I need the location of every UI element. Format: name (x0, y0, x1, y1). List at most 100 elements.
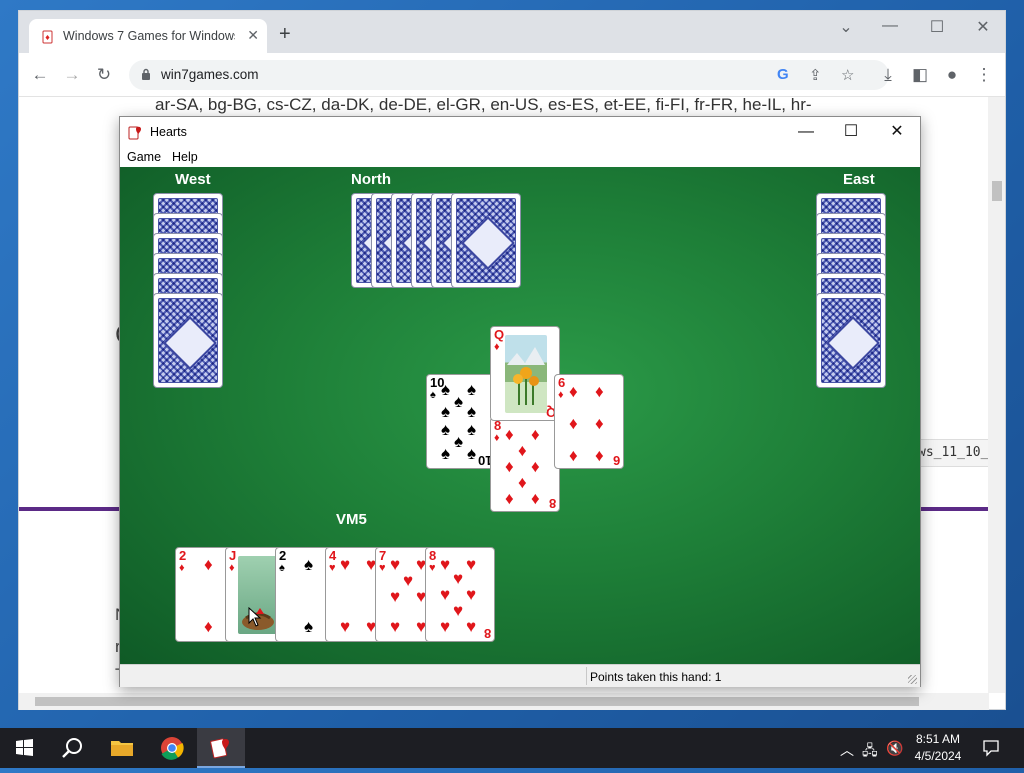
card-pip: ♥ (390, 617, 401, 636)
network-icon[interactable]: 🖧 (862, 740, 878, 764)
maximize-icon[interactable]: ☐ (922, 17, 952, 37)
chrome-button[interactable] (148, 728, 196, 768)
status-bar: Points taken this hand: 1 (120, 664, 920, 687)
tab-close-icon[interactable]: ✕ (247, 27, 259, 43)
tab-title: Windows 7 Games for Windows (63, 29, 235, 43)
card-pip: ♥ (403, 571, 414, 590)
card-suit: ♦ (229, 562, 235, 574)
player-east-label: East (843, 171, 875, 188)
chrome-icon (161, 737, 184, 760)
show-hidden-icons-icon[interactable]: ︿ (840, 740, 854, 760)
menu-game[interactable]: Game (127, 150, 161, 164)
address-bar[interactable]: win7games.com G ⇪ ☆ (129, 60, 889, 90)
side-panel-icon[interactable]: ◧ (909, 64, 931, 86)
card-pip: ♦ (531, 489, 540, 508)
player-north-label: North (351, 171, 391, 188)
vertical-scrollbar[interactable] (988, 97, 1005, 693)
google-icon[interactable]: G (777, 66, 789, 83)
new-tab-icon[interactable]: + (279, 24, 291, 44)
menu-bar: Game Help (120, 147, 920, 167)
card-pip: ♦ (569, 382, 578, 401)
card-rank: 8 (429, 548, 437, 563)
hearts-window: Hearts — ☐ ✕ Game Help West North East V… (119, 116, 921, 687)
notification-icon[interactable] (982, 739, 1000, 757)
card-pip: ♦ (204, 555, 213, 574)
player-south-label: VM5 (336, 511, 367, 528)
title-bar[interactable]: Hearts — ☐ ✕ (120, 117, 920, 147)
tab-search-icon[interactable]: ⌄ (831, 17, 861, 37)
resize-grip-icon[interactable] (908, 675, 917, 684)
card-pip: ♠ (441, 402, 451, 421)
hearts-app-icon (210, 738, 229, 759)
player-west-label: West (175, 171, 211, 188)
profile-icon[interactable]: ● (941, 64, 963, 86)
card-pip: ♦ (531, 457, 540, 476)
menu-help[interactable]: Help (172, 150, 198, 164)
card-pip: ♦ (518, 441, 527, 460)
language-list: ar-SA, bg-BG, cs-CZ, da-DK, de-DE, el-GR… (155, 97, 812, 114)
share-icon[interactable]: ⇪ (809, 66, 822, 84)
minimize-icon[interactable]: — (875, 17, 905, 35)
card-pip: ♦ (531, 425, 540, 444)
card-rank: 6 (612, 453, 620, 468)
card-rank: 8 (494, 418, 502, 433)
horizontal-scrollbar[interactable] (19, 693, 989, 710)
start-button[interactable] (0, 728, 48, 768)
card-pip: ♠ (304, 555, 314, 574)
back-icon[interactable]: ← (29, 64, 51, 86)
card-suit: ♥ (429, 562, 436, 574)
taskbar: ︿ 🖧 🔇 8:51 AM 4/5/2024 (0, 728, 1024, 768)
card-rank: 4 (329, 548, 337, 563)
system-clock[interactable]: 8:51 AM 4/5/2024 (906, 731, 970, 765)
hearts-app-icon (128, 126, 141, 140)
browser-tab[interactable]: Windows 7 Games for Windows ✕ (29, 19, 267, 53)
menu-icon[interactable]: ⋮ (973, 64, 995, 86)
scroll-thumb[interactable] (35, 697, 919, 706)
close-icon[interactable]: ✕ (968, 17, 998, 37)
east-card-back (816, 293, 886, 388)
bookmark-star-icon[interactable]: ☆ (841, 66, 854, 84)
card-pip: ♥ (340, 617, 351, 636)
card-pip: ♠ (304, 617, 314, 636)
card-pip: ♥ (440, 585, 451, 604)
card-pip: ♥ (453, 601, 464, 620)
trick-card-south: 8 ♦ 8 ♦ ♦ ♦ ♦ ♦ ♦ ♦ ♦ (490, 417, 560, 512)
card-table: West North East VM5 10 ♠ 10 ♠ ♠ ♠ ♠ ♠ ♠ ♠ ♠ ♠ ♠ (120, 167, 920, 664)
trick-card-west: 10 ♠ 10 ♠ ♠ ♠ ♠ ♠ ♠ ♠ ♠ ♠ ♠ (426, 374, 496, 469)
card-pip: ♠ (441, 444, 451, 463)
file-explorer-button[interactable] (98, 728, 146, 768)
folder-icon (111, 741, 133, 756)
card-pip: ♦ (569, 414, 578, 433)
download-icon[interactable]: ⤓ (877, 64, 899, 86)
tab-strip: Windows 7 Games for Windows ✕ + ⌄ — ☐ ✕ (19, 11, 1005, 53)
queen-face-art (505, 335, 547, 413)
scroll-thumb[interactable] (992, 181, 1002, 201)
hearts-taskbar-button[interactable] (197, 728, 245, 768)
volume-muted-icon[interactable]: 🔇 (886, 740, 903, 757)
card-pip: ♠ (441, 380, 451, 399)
card-suit: ♠ (430, 389, 436, 401)
hand-card[interactable]: 8 ♥ 8 ♥ ♥ ♥ ♥ ♥ ♥ ♥ ♥ (425, 547, 495, 642)
close-icon[interactable]: ✕ (882, 121, 912, 143)
card-pip: ♥ (453, 569, 464, 588)
points-status: Points taken this hand: 1 (590, 670, 722, 684)
card-suit: ♦ (494, 341, 500, 353)
card-pip: ♥ (340, 555, 351, 574)
hearts-favicon-icon (42, 30, 53, 44)
search-button[interactable] (48, 728, 96, 768)
windows-logo-icon (16, 739, 33, 756)
trick-card-north: Q ♦ Q (490, 326, 560, 421)
card-pip: ♦ (595, 382, 604, 401)
forward-icon[interactable]: → (61, 64, 83, 86)
minimize-icon[interactable]: — (791, 121, 821, 143)
card-rank: Q (494, 327, 505, 342)
card-rank: 8 (483, 626, 491, 641)
west-card-back (153, 293, 223, 388)
card-rank: 2 (279, 548, 287, 563)
maximize-icon[interactable]: ☐ (836, 121, 866, 143)
card-pip: ♠ (467, 380, 477, 399)
card-rank: 7 (379, 548, 387, 563)
card-suit: ♠ (279, 562, 285, 574)
trick-card-east: 6 ♦ 6 ♦ ♦ ♦ ♦ ♦ ♦ (554, 374, 624, 469)
reload-icon[interactable]: ↻ (93, 64, 115, 86)
